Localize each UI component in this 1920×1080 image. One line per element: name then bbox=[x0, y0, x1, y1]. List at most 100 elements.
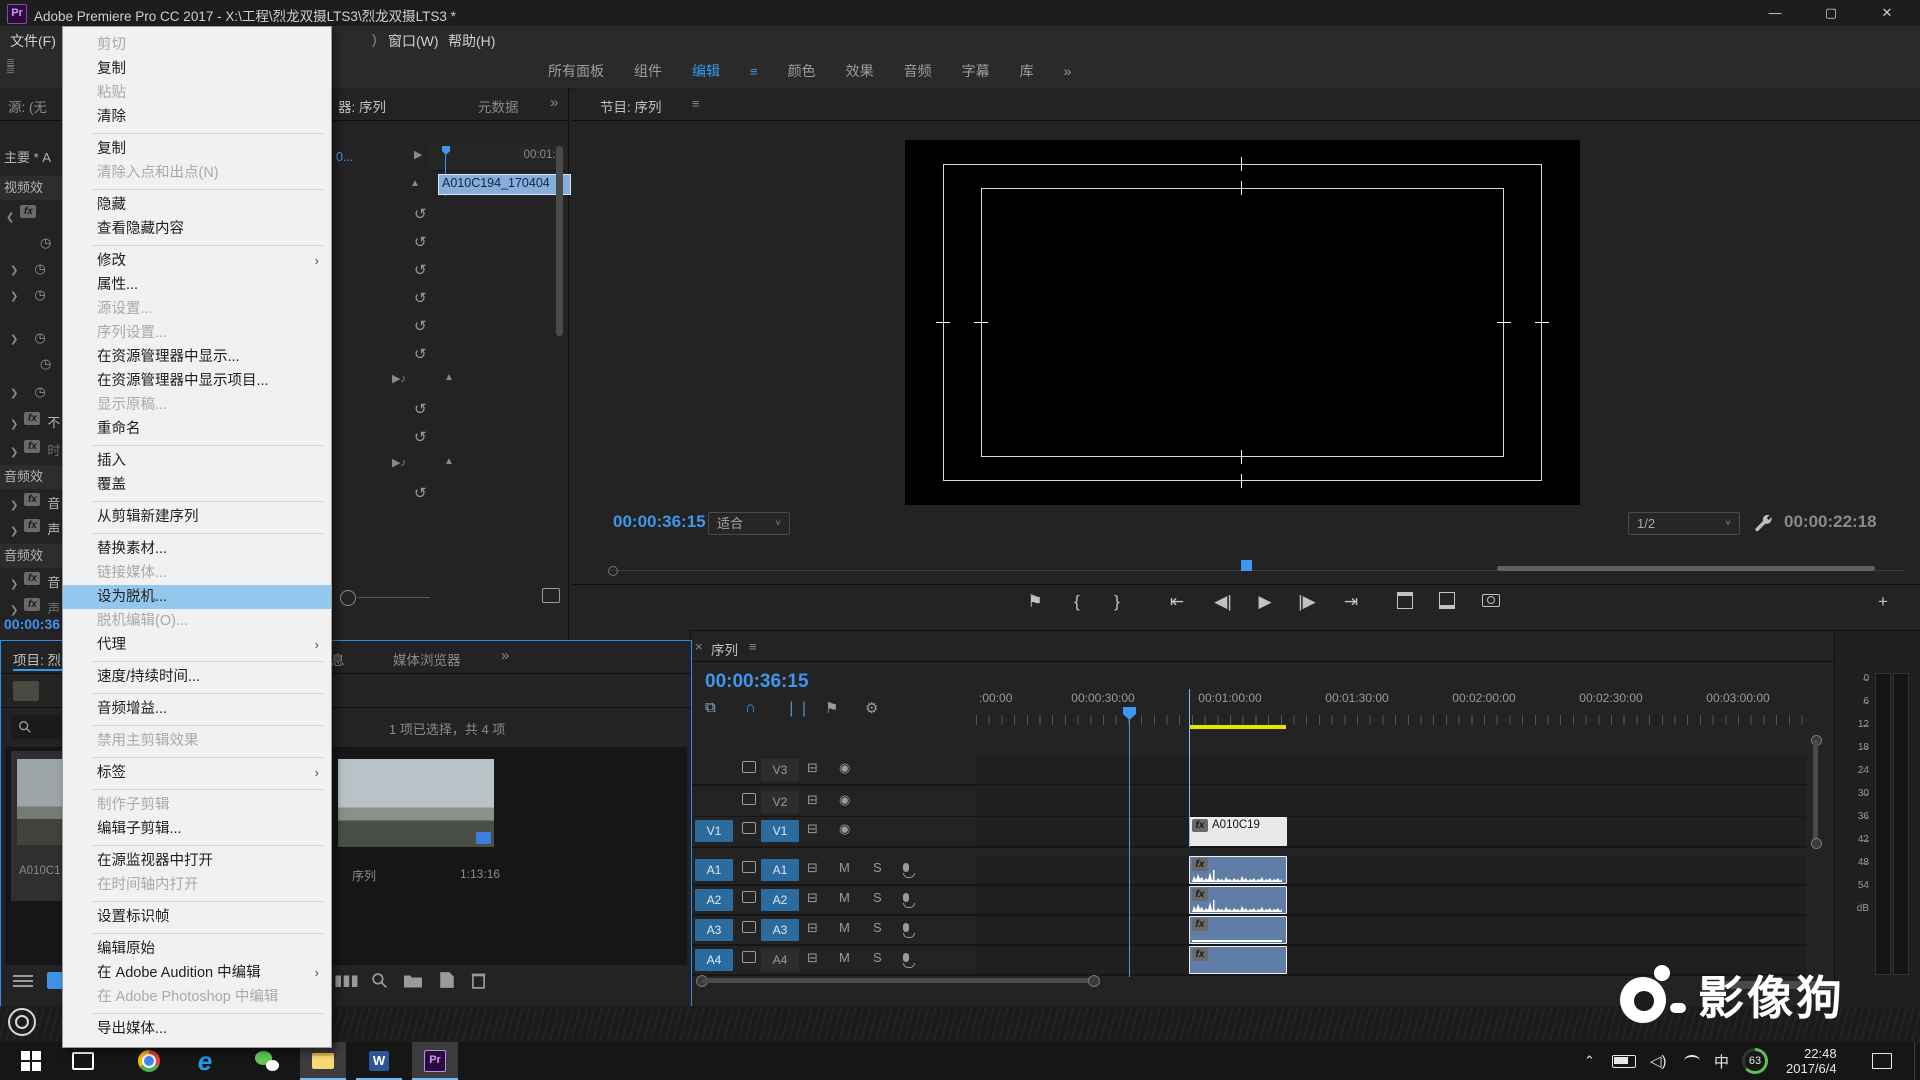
scroll-up-icon[interactable]: ▲ bbox=[444, 372, 454, 383]
track-output-icon[interactable]: ⊟ bbox=[807, 792, 818, 808]
workspace-overflow-chevron-icon[interactable]: » bbox=[1064, 63, 1072, 79]
close-panel-icon[interactable]: × bbox=[695, 639, 703, 654]
track-output-icon[interactable]: ⊟ bbox=[807, 920, 818, 936]
track-lock-icon[interactable] bbox=[742, 951, 756, 963]
track-lock-icon[interactable] bbox=[742, 921, 756, 933]
track-output-icon[interactable]: ⊟ bbox=[807, 860, 818, 876]
track-lock-icon[interactable] bbox=[742, 793, 756, 805]
workspace-tab-所有面板[interactable]: 所有面板 bbox=[548, 61, 604, 81]
lift-icon[interactable] bbox=[1390, 592, 1420, 614]
play-audio-icon[interactable]: ▶♪ bbox=[392, 456, 406, 469]
project-tab[interactable]: 项目: 烈 bbox=[13, 649, 61, 669]
stopwatch-icon[interactable]: ◷ bbox=[34, 384, 45, 399]
context-menu-item[interactable]: 替换素材... bbox=[63, 537, 331, 561]
context-menu-item[interactable]: 链接媒体... bbox=[63, 561, 331, 585]
context-menu-item[interactable]: 序列设置... bbox=[63, 321, 331, 345]
program-playhead-icon[interactable] bbox=[1241, 560, 1252, 571]
track-target-V2[interactable]: V2 bbox=[761, 791, 799, 813]
context-menu-item[interactable]: 在 Adobe Audition 中编辑› bbox=[63, 961, 331, 985]
context-menu-item[interactable]: 禁用主剪辑效果 bbox=[63, 729, 331, 753]
program-monitor-tab[interactable]: 节目: 序列 bbox=[600, 96, 662, 116]
clock[interactable]: 22:482017/6/4 bbox=[1786, 1042, 1837, 1080]
workspace-tab-音频[interactable]: 音频 bbox=[904, 61, 932, 81]
track-lane[interactable] bbox=[976, 817, 1806, 848]
linked-selection-icon[interactable]: ❘❘ bbox=[785, 699, 810, 717]
reset-parameter-icon[interactable]: ↺ bbox=[414, 484, 427, 502]
stopwatch-icon[interactable]: ◷ bbox=[40, 235, 51, 250]
chevron-right-icon[interactable]: ❯ bbox=[10, 579, 18, 590]
stopwatch-icon[interactable]: ◷ bbox=[34, 261, 45, 276]
action-center-icon[interactable] bbox=[1872, 1042, 1892, 1080]
solo-button[interactable]: S bbox=[873, 890, 882, 905]
chevron-right-icon[interactable]: ❯ bbox=[10, 265, 18, 276]
timeline-clip[interactable]: fx bbox=[1189, 916, 1287, 944]
track-lane[interactable] bbox=[976, 856, 1806, 886]
metadata-tab[interactable]: 元数据 bbox=[478, 96, 519, 116]
context-menu-item[interactable]: 音频增益... bbox=[63, 697, 331, 721]
sequence-label[interactable]: 序列 bbox=[352, 867, 376, 884]
mini-ruler[interactable]: 00:01:0 bbox=[430, 144, 566, 171]
mini-playhead-icon[interactable] bbox=[442, 146, 450, 155]
track-lock-icon[interactable] bbox=[742, 822, 756, 834]
timeline-clip[interactable]: fx bbox=[1189, 886, 1287, 914]
workspace-tab-库[interactable]: 库 bbox=[1020, 61, 1034, 81]
voiceover-mic-icon[interactable] bbox=[903, 860, 915, 878]
scrubber-left-handle[interactable] bbox=[608, 566, 618, 576]
track-lock-icon[interactable] bbox=[742, 891, 756, 903]
timeline-clip[interactable]: fx bbox=[1189, 946, 1287, 974]
taskbar-word-icon[interactable]: W bbox=[356, 1042, 402, 1080]
sequence-thumbnail[interactable] bbox=[338, 759, 494, 847]
voiceover-mic-icon[interactable] bbox=[903, 920, 915, 938]
workspace-tab-组件[interactable]: 组件 bbox=[634, 61, 662, 81]
track-target-A2[interactable]: A2 bbox=[761, 889, 799, 911]
go-to-in-icon[interactable]: ⇤ bbox=[1162, 592, 1192, 612]
panel-overflow-chevron-icon[interactable]: » bbox=[550, 94, 558, 111]
workspace-tab-颜色[interactable]: 颜色 bbox=[788, 61, 816, 81]
context-menu-item[interactable]: 从剪辑新建序列 bbox=[63, 505, 331, 529]
program-video-frame[interactable] bbox=[905, 140, 1580, 505]
scrubber-zoom-bar[interactable] bbox=[1497, 566, 1875, 571]
export-frame-icon[interactable] bbox=[1476, 592, 1506, 612]
track-lock-icon[interactable] bbox=[742, 761, 756, 773]
track-eye-icon[interactable]: ◉ bbox=[839, 760, 850, 776]
chevron-right-icon[interactable]: ❯ bbox=[10, 388, 18, 399]
panel-menu-icon[interactable]: ≡ bbox=[692, 96, 700, 111]
mute-button[interactable]: M bbox=[839, 860, 850, 875]
source-patch-A4[interactable]: A4 bbox=[695, 949, 733, 971]
maximize-button[interactable]: ▢ bbox=[1808, 0, 1854, 26]
track-lane[interactable] bbox=[976, 886, 1806, 916]
context-menu-item[interactable]: 属性... bbox=[63, 273, 331, 297]
chevron-down-icon[interactable]: ❮ bbox=[6, 212, 14, 223]
reset-parameter-icon[interactable]: ↺ bbox=[414, 233, 427, 251]
mini-timeline-clip[interactable]: A010C194_170404 bbox=[438, 174, 571, 195]
nested-sequence-icon[interactable]: ⧉ bbox=[705, 699, 716, 716]
track-lane[interactable] bbox=[976, 916, 1806, 946]
mute-button[interactable]: M bbox=[839, 920, 850, 935]
context-menu-item[interactable]: 设为脱机... bbox=[63, 585, 331, 609]
workspace-tab-效果[interactable]: 效果 bbox=[846, 61, 874, 81]
step-back-icon[interactable]: ◀| bbox=[1208, 592, 1238, 612]
track-output-icon[interactable]: ⊟ bbox=[807, 950, 818, 966]
chevron-right-icon[interactable]: ❯ bbox=[10, 447, 18, 458]
track-output-icon[interactable]: ⊟ bbox=[807, 760, 818, 776]
track-lock-icon[interactable] bbox=[742, 861, 756, 873]
context-menu-item[interactable]: 制作子剪辑 bbox=[63, 793, 331, 817]
chevron-right-icon[interactable]: ❯ bbox=[10, 419, 18, 430]
extract-icon[interactable] bbox=[1432, 592, 1462, 614]
track-lane[interactable] bbox=[976, 788, 1806, 818]
track-output-icon[interactable]: ⊟ bbox=[807, 821, 818, 837]
context-menu-item[interactable]: 标签› bbox=[63, 761, 331, 785]
clear-trash-icon[interactable] bbox=[471, 971, 486, 989]
panel-overflow-chevron-icon[interactable]: » bbox=[501, 647, 509, 664]
context-menu-item[interactable]: 在资源管理器中显示... bbox=[63, 345, 331, 369]
context-menu-item[interactable]: 编辑原始 bbox=[63, 937, 331, 961]
taskbar-start-icon[interactable] bbox=[8, 1042, 54, 1080]
track-target-A1[interactable]: A1 bbox=[761, 859, 799, 881]
zoom-slider-track[interactable] bbox=[358, 597, 430, 598]
reset-parameter-icon[interactable]: ↺ bbox=[414, 345, 427, 363]
context-menu-item[interactable]: 插入 bbox=[63, 449, 331, 473]
battery-percent-badge[interactable]: 63 bbox=[1742, 1042, 1768, 1080]
taskbar-premiere-icon[interactable]: Pr bbox=[412, 1042, 458, 1080]
reset-parameter-icon[interactable]: ↺ bbox=[414, 261, 427, 279]
scroll-up-icon[interactable]: ▲ bbox=[444, 456, 454, 467]
